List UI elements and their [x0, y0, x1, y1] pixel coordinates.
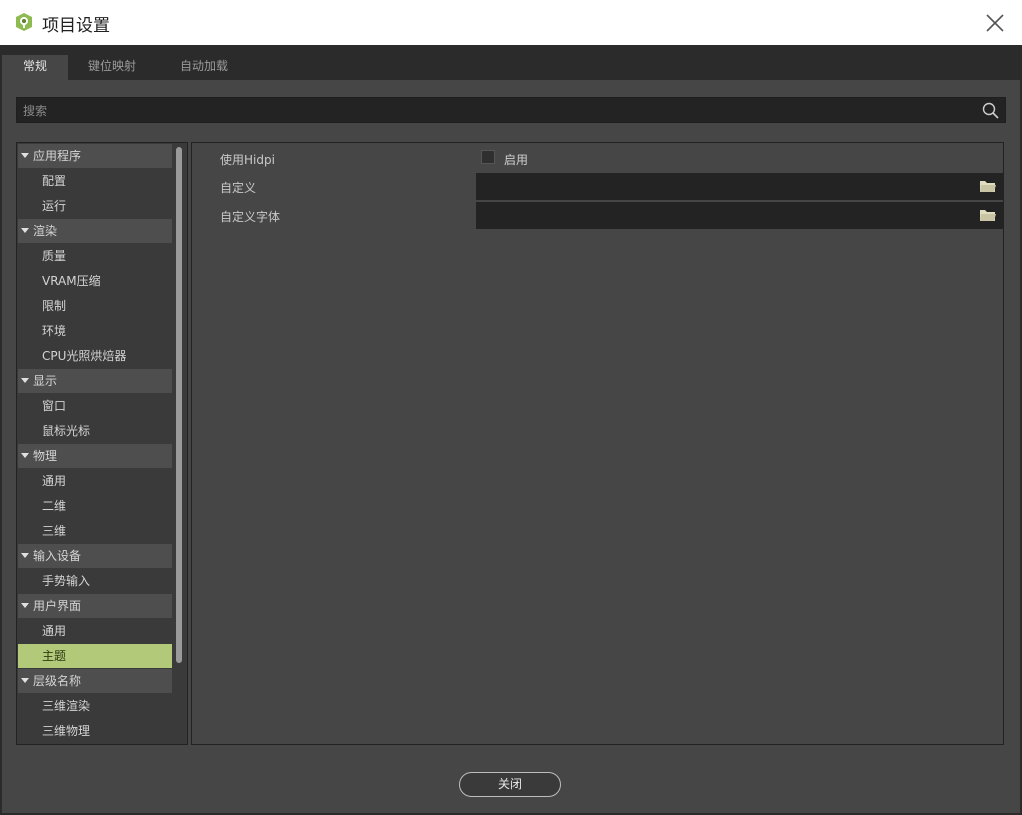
tree-section-display[interactable]: 显示 — [18, 369, 172, 393]
custom-font-path-field[interactable] — [476, 202, 1003, 229]
tree-section-input-devices[interactable]: 输入设备 — [18, 544, 172, 568]
folder-icon[interactable] — [979, 208, 997, 223]
triangle-down-icon[interactable] — [21, 553, 29, 558]
custom-theme-path-field[interactable] — [476, 173, 1003, 200]
tree-section-layer-names[interactable]: 层级名称 — [18, 669, 172, 693]
tree-item-cpu-lightmapper[interactable]: CPU光照烘焙器 — [18, 344, 172, 368]
tree-item-limits[interactable]: 限制 — [18, 294, 172, 318]
tree-item-window[interactable]: 窗口 — [18, 394, 172, 418]
tree-section-physics[interactable]: 物理 — [18, 444, 172, 468]
triangle-down-icon[interactable] — [21, 228, 29, 233]
tree-section-application[interactable]: 应用程序 — [18, 144, 172, 168]
tree-item-physics-common[interactable]: 通用 — [18, 469, 172, 493]
triangle-down-icon[interactable] — [21, 378, 29, 383]
tree-item-vram-compression[interactable]: VRAM压缩 — [18, 269, 172, 293]
godot-logo-icon — [16, 13, 32, 31]
search-input[interactable] — [17, 98, 985, 124]
tab-input-map[interactable]: 键位映射 — [74, 55, 150, 80]
settings-tree: 应用程序 配置 运行 渲染 质量 VRAM压缩 限制 环境 CPU光照烘焙器 显… — [16, 142, 188, 745]
property-label-use-hidpi: 使用Hidpi — [220, 153, 275, 167]
tab-autoload[interactable]: 自动加载 — [166, 55, 242, 80]
tree-item-physics-3d[interactable]: 三维 — [18, 519, 172, 543]
tree-item-physics-2d[interactable]: 二维 — [18, 494, 172, 518]
property-label-custom-font: 自定义字体 — [220, 210, 281, 224]
tree-item-environment[interactable]: 环境 — [18, 319, 172, 343]
tree-item-gui-common[interactable]: 通用 — [18, 619, 172, 643]
triangle-down-icon[interactable] — [21, 153, 29, 158]
properties-panel: 使用Hidpi 启用 自定义 自定义字体 — [191, 142, 1004, 745]
property-label-custom: 自定义 — [220, 181, 257, 195]
search-bar — [16, 97, 1006, 124]
window-title: 项目设置 — [42, 16, 110, 36]
tab-bar: 常规 键位映射 自动加载 — [2, 45, 1020, 80]
search-icon — [982, 102, 999, 119]
tree-scrollbar[interactable] — [176, 147, 182, 663]
close-button[interactable]: 关闭 — [459, 772, 561, 797]
tree-item-run[interactable]: 运行 — [18, 194, 172, 218]
tree-item-config[interactable]: 配置 — [18, 169, 172, 193]
tree-section-gui[interactable]: 用户界面 — [18, 594, 172, 618]
title-bar: 项目设置 — [0, 0, 1022, 45]
tree-item-pointing[interactable]: 手势输入 — [18, 569, 172, 593]
tree-item-3d-render[interactable]: 三维渲染 — [18, 694, 172, 718]
tree-item-theme[interactable]: 主题 — [18, 644, 172, 668]
checkbox-label-enable: 启用 — [504, 153, 529, 167]
tree-item-mouse-cursor[interactable]: 鼠标光标 — [18, 419, 172, 443]
hidpi-enable-checkbox[interactable] — [481, 150, 495, 164]
triangle-down-icon[interactable] — [21, 603, 29, 608]
triangle-down-icon[interactable] — [21, 453, 29, 458]
tab-general[interactable]: 常规 — [2, 55, 68, 80]
triangle-down-icon[interactable] — [21, 678, 29, 683]
tree-item-quality[interactable]: 质量 — [18, 244, 172, 268]
close-icon[interactable] — [984, 12, 1006, 34]
folder-icon[interactable] — [979, 179, 997, 194]
tree-item-3d-physics[interactable]: 三维物理 — [18, 719, 172, 743]
tree-section-rendering[interactable]: 渲染 — [18, 219, 172, 243]
